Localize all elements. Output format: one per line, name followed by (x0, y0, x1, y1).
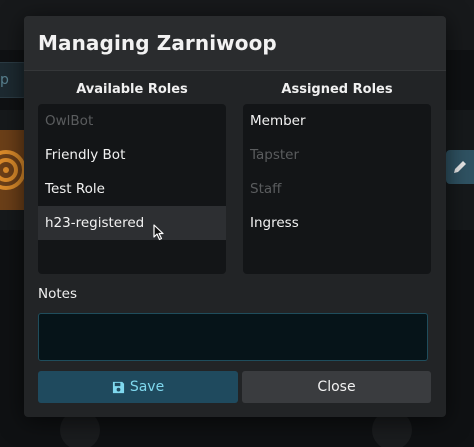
available-role-friendly-bot[interactable]: Friendly Bot (38, 138, 226, 172)
notes-label: Notes (38, 286, 77, 302)
background-avatar (0, 130, 26, 210)
assigned-roles-list: Member Tapster Staff Ingress (243, 104, 431, 274)
assigned-role-ingress[interactable]: Ingress (243, 206, 431, 240)
available-role-test-role[interactable]: Test Role (38, 172, 226, 206)
roles-section: Available Roles OwlBot Friendly Bot Test R… (38, 78, 431, 274)
manage-roles-modal: Managing Zarniwoop Available Roles OwlBo… (24, 16, 446, 417)
save-button-label: Save (129, 379, 165, 395)
assigned-role-member[interactable]: Member (243, 104, 431, 138)
modal-header: Managing Zarniwoop (24, 16, 446, 71)
assigned-role-staff: Staff (250, 181, 282, 197)
available-roles-column: Available Roles OwlBot Friendly Bot Test R… (38, 78, 226, 274)
available-roles-title: Available Roles (76, 82, 188, 97)
assigned-roles-column: Assigned Roles Member Tapster Staff Ingress (243, 78, 431, 274)
save-button[interactable]: Save (38, 371, 238, 403)
floppy-disk-icon (112, 381, 125, 394)
background-search-input[interactable]: p (0, 62, 27, 98)
available-roles-list: OwlBot Friendly Bot Test Role h23-registere… (38, 104, 226, 274)
modal-title: Managing Zarniwoop (38, 31, 277, 55)
close-button[interactable]: Close (242, 371, 431, 403)
assigned-roles-title: Assigned Roles (281, 82, 393, 97)
available-role-owlbot: OwlBot (45, 113, 94, 129)
available-role-h23-registered[interactable]: h23-registered (38, 206, 226, 240)
notes-field[interactable] (38, 313, 428, 361)
pencil-icon (454, 161, 466, 173)
background-edit-button[interactable] (446, 150, 474, 184)
assigned-role-tapster: Tapster (250, 147, 300, 163)
